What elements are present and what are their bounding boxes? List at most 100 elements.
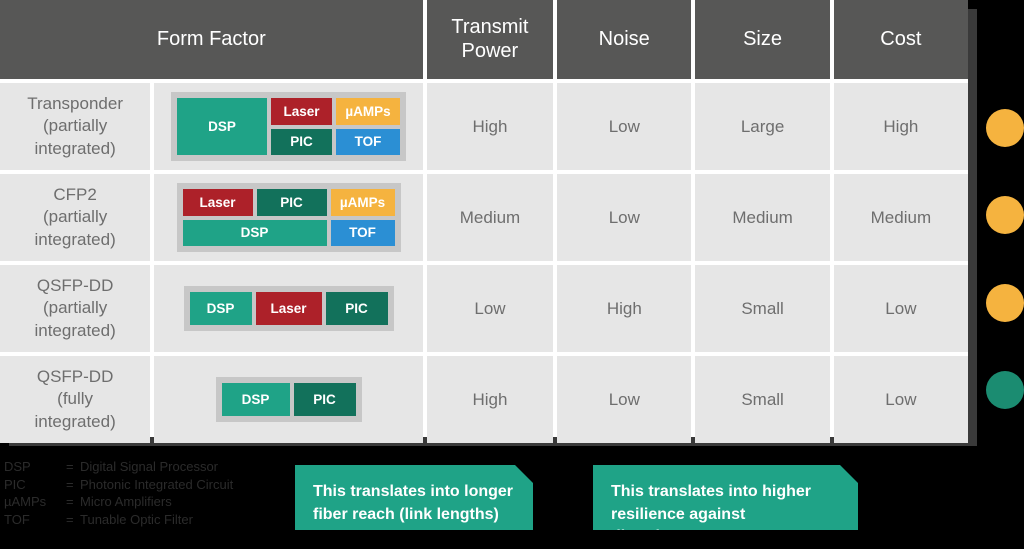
package-row: DSP TOF xyxy=(182,219,395,246)
cell-size: Large xyxy=(695,83,830,170)
legend-item: DSP = Digital Signal Processor xyxy=(4,458,233,476)
legend-equals: = xyxy=(66,494,74,509)
legend-abbr: PIC xyxy=(4,476,26,492)
cell-size: Small xyxy=(695,356,830,443)
header-form-factor: Form Factor xyxy=(0,0,423,79)
cell-noise: Low xyxy=(557,356,692,443)
package-row: Laser PIC µAMPs xyxy=(182,189,395,216)
block-laser: Laser xyxy=(255,292,322,325)
row-indicator-dot xyxy=(986,371,1024,409)
form-factor-name-line1: QSFP-DD xyxy=(36,275,114,295)
form-factor-name-line1: CFP2 xyxy=(53,184,97,204)
package-row: PIC TOF xyxy=(271,128,401,155)
package-row: DSP PIC xyxy=(221,383,356,416)
form-factor-diagram: Laser PIC µAMPs DSP TOF xyxy=(154,174,423,261)
block-dsp: DSP xyxy=(189,292,252,325)
form-factor-name: QSFP-DD (fully integrated) xyxy=(0,356,151,443)
cell-size: Small xyxy=(695,265,830,352)
legend-abbr: DSP xyxy=(4,459,31,474)
block-uamps: µAMPs xyxy=(336,98,401,125)
form-factor-name-line3: integrated) xyxy=(34,229,116,249)
header-transmit-power-line1: Transmit xyxy=(451,15,529,38)
legend-item: µAMPs = Micro Amplifiers xyxy=(4,493,233,511)
header-transmit-power-line2: Power xyxy=(461,39,519,62)
legend-equals: = xyxy=(66,476,74,492)
package-outline: DSP PIC xyxy=(215,377,362,422)
table-row: Transponder (partially integrated) DSP L… xyxy=(0,83,969,170)
cell-transmit-power: High xyxy=(426,356,554,443)
block-dsp: DSP xyxy=(221,383,290,416)
callout-fiber-reach: This translates into longer fiber reach … xyxy=(295,465,533,530)
cell-transmit-power: High xyxy=(426,83,554,170)
callout-line1: This translates into longer xyxy=(313,483,514,500)
block-pic: PIC xyxy=(271,128,333,155)
form-factor-name-line2: (partially xyxy=(42,207,108,227)
table-row: CFP2 (partially integrated) Laser PIC µA… xyxy=(0,174,969,261)
form-factor-name-line1: QSFP-DD xyxy=(36,366,114,386)
block-tof: TOF xyxy=(330,219,395,246)
comparison-table-wrapper: Form Factor Transmit Power Noise Size Co… xyxy=(0,0,977,446)
block-uamps: µAMPs xyxy=(330,189,395,216)
form-factor-diagram: DSP Laser µAMPs PIC TOF xyxy=(154,83,423,170)
row-indicator-dot xyxy=(986,196,1024,234)
callout-line2: resilience against disturbances xyxy=(611,505,746,546)
block-dsp: DSP xyxy=(182,219,327,246)
legend-text: Micro Amplifiers xyxy=(80,494,172,509)
form-factor-name-line2: (partially xyxy=(42,298,108,318)
block-laser: Laser xyxy=(182,189,253,216)
cell-noise: High xyxy=(557,265,692,352)
legend: DSP = Digital Signal Processor PIC = Pho… xyxy=(4,458,233,528)
cell-cost: High xyxy=(833,83,969,170)
package-row: DSP Laser PIC xyxy=(189,292,388,325)
legend-equals: = xyxy=(66,459,74,474)
legend-item: TOF = Tunable Optic Filter xyxy=(4,511,233,529)
block-pic: PIC xyxy=(325,292,388,325)
header-size: Size xyxy=(695,0,830,79)
callout-resilience: This translates into higher resilience a… xyxy=(593,465,858,530)
form-factor-name: CFP2 (partially integrated) xyxy=(0,174,151,261)
form-factor-diagram: DSP PIC xyxy=(154,356,423,443)
cell-transmit-power: Low xyxy=(426,265,554,352)
form-factor-name-line1: Transponder xyxy=(27,93,123,113)
form-factor-name: Transponder (partially integrated) xyxy=(0,83,151,170)
row-indicator-dot xyxy=(986,284,1024,322)
legend-abbr: TOF xyxy=(4,511,30,527)
legend-text: Digital Signal Processor xyxy=(80,459,219,474)
package-outline: DSP Laser PIC xyxy=(183,286,394,331)
package-row: Laser µAMPs xyxy=(271,98,401,125)
form-factor-name-line2: (partially xyxy=(42,116,108,136)
callout-line1: This translates into higher xyxy=(611,483,812,500)
block-pic: PIC xyxy=(293,383,356,416)
cell-noise: Low xyxy=(557,174,692,261)
header-cost: Cost xyxy=(833,0,969,79)
cell-cost: Low xyxy=(833,265,969,352)
form-factor-name-line3: integrated) xyxy=(34,320,116,340)
cell-cost: Medium xyxy=(833,174,969,261)
comparison-table: Form Factor Transmit Power Noise Size Co… xyxy=(0,0,969,443)
header-noise: Noise xyxy=(557,0,692,79)
table-row: QSFP-DD (partially integrated) DSP Laser… xyxy=(0,265,969,352)
cell-noise: Low xyxy=(557,83,692,170)
package-side-stack: Laser µAMPs PIC TOF xyxy=(271,98,401,155)
legend-text: Tunable Optic Filter xyxy=(80,511,193,527)
cell-size: Medium xyxy=(695,174,830,261)
row-indicator-dot xyxy=(986,109,1024,147)
cell-cost: Low xyxy=(833,356,969,443)
block-laser: Laser xyxy=(271,98,333,125)
block-dsp: DSP xyxy=(177,98,268,155)
legend-abbr: µAMPs xyxy=(4,494,47,509)
form-factor-name: QSFP-DD (partially integrated) xyxy=(0,265,151,352)
cell-transmit-power: Medium xyxy=(426,174,554,261)
form-factor-diagram: DSP Laser PIC xyxy=(154,265,423,352)
form-factor-name-line3: integrated) xyxy=(34,411,116,431)
legend-item: PIC = Photonic Integrated Circuit xyxy=(4,476,233,494)
callout-line2: fiber reach (link lengths) xyxy=(313,505,499,523)
package-outline: Laser PIC µAMPs DSP TOF xyxy=(176,183,401,252)
package-outline: DSP Laser µAMPs PIC TOF xyxy=(171,92,407,161)
header-transmit-power: Transmit Power xyxy=(426,0,554,79)
form-factor-name-line2: (fully xyxy=(57,389,94,409)
form-factor-name-line3: integrated) xyxy=(34,138,116,158)
table-header-row: Form Factor Transmit Power Noise Size Co… xyxy=(0,0,969,79)
table-row: QSFP-DD (fully integrated) DSP PIC High … xyxy=(0,356,969,443)
legend-text: Photonic Integrated Circuit xyxy=(80,476,234,492)
